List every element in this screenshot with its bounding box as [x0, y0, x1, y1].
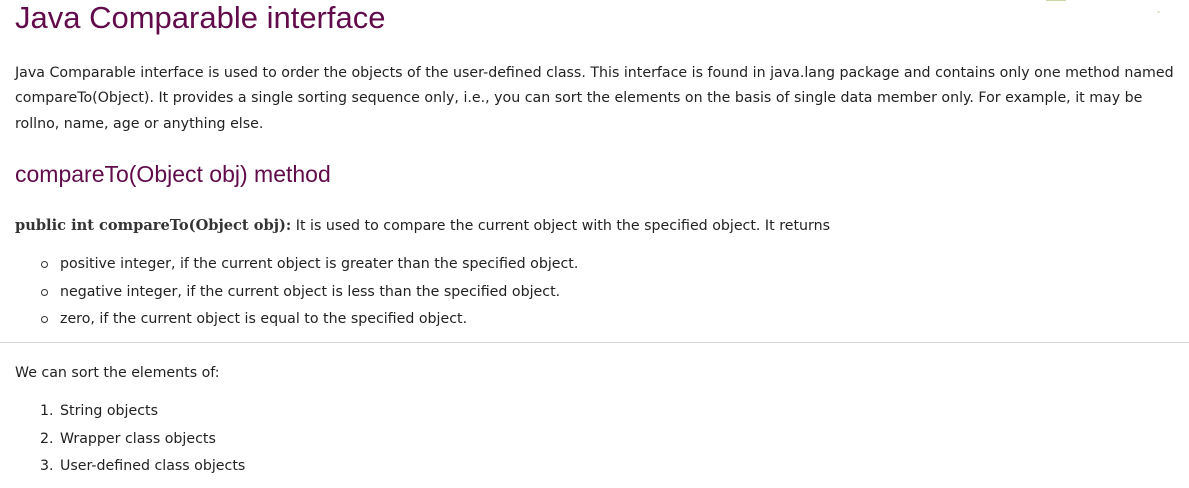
list-item: 1. String objects: [15, 398, 245, 426]
method-signature: public int compareTo(Object obj):: [15, 217, 292, 234]
list-item: 2. Wrapper class objects: [15, 426, 245, 454]
method-description-text: It is used to compare the current object…: [291, 218, 830, 234]
list-item-text: zero, if the current object is equal to …: [60, 311, 468, 327]
decorative-dot: [1157, 11, 1160, 13]
list-item-text: positive integer, if the current object …: [60, 256, 579, 272]
section-divider: [0, 342, 1189, 343]
list-number: 1.: [40, 403, 54, 419]
sort-intro: We can sort the elements of:: [15, 365, 220, 381]
list-item: positive integer, if the current object …: [15, 251, 578, 279]
method-heading: compareTo(Object obj) method: [15, 161, 331, 187]
list-item: negative integer, if the current object …: [15, 279, 578, 307]
method-description: public int compareTo(Object obj): It is …: [15, 213, 830, 239]
sortable-types-list: 1. String objects 2. Wrapper class objec…: [15, 398, 245, 481]
list-item: zero, if the current object is equal to …: [15, 306, 578, 334]
bullet-icon: [41, 288, 48, 296]
page-title: Java Comparable interface: [15, 0, 386, 35]
list-item-text: negative integer, if the current object …: [60, 283, 561, 300]
intro-paragraph: Java Comparable interface is used to ord…: [15, 65, 1174, 132]
list-item-text: User-defined class objects: [60, 458, 246, 474]
list-number: 2.: [40, 430, 54, 447]
list-item-text: Wrapper class objects: [60, 430, 216, 447]
list-item: 3. User-defined class objects: [15, 453, 245, 481]
list-number: 3.: [40, 458, 54, 474]
decorative-mark: [1046, 0, 1066, 1]
return-values-list: positive integer, if the current object …: [15, 251, 578, 334]
bullet-icon: [41, 261, 48, 268]
bullet-icon: [41, 316, 48, 323]
list-item-text: String objects: [60, 403, 158, 419]
